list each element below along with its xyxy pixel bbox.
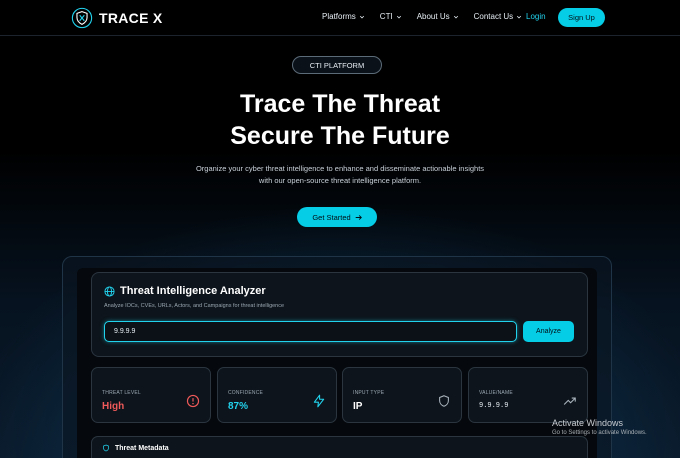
shield-icon: [103, 444, 109, 452]
threat-metadata-title: Threat Metadata: [115, 444, 169, 452]
nav-item-label: CTI: [379, 12, 393, 21]
nav-item-contact-us[interactable]: Contact Us: [474, 12, 523, 21]
activate-windows-watermark: Activate Windows Go to Settings to activ…: [552, 418, 647, 436]
analyzer-subtitle: Analyze IOCs, CVEs, URLs, Actors, and Ca…: [104, 303, 285, 309]
hero-title-line2: Secure The Future: [230, 122, 450, 150]
threat-metadata-header: Threat Metadata: [102, 444, 169, 452]
card-label: CONFIDENCE: [228, 390, 264, 396]
chevron-down-icon: [517, 15, 522, 18]
confidence-value: 87%: [228, 401, 249, 412]
value-name-value: 9.9.9.9: [479, 402, 509, 410]
nav-links: Platforms CTI About Us Contact Us: [322, 12, 522, 21]
shield-logo-icon: [71, 7, 93, 29]
analyzer-title: Threat Intelligence Analyzer: [120, 285, 266, 297]
nav-item-label: About Us: [416, 12, 450, 21]
analyze-button[interactable]: Analyze: [523, 321, 574, 342]
signup-button[interactable]: Sign Up: [558, 8, 605, 27]
threat-level-value: High: [102, 401, 125, 412]
get-started-label: Get Started: [312, 212, 351, 222]
login-link[interactable]: Login: [526, 12, 546, 21]
nav-item-label: Platforms: [322, 12, 356, 21]
watermark-line1: Activate Windows: [552, 418, 624, 428]
card-label: THREAT LEVEL: [102, 390, 141, 396]
alert-circle-icon: [186, 394, 200, 408]
top-navbar: TRACE X Platforms CTI About Us Contact U…: [0, 0, 680, 36]
value-name-card: VALUE/NAME 9.9.9.9: [468, 367, 588, 423]
input-type-card: INPUT TYPE IP: [342, 367, 462, 423]
brand-name: TRACE X: [99, 10, 163, 26]
nav-item-label: Contact Us: [473, 12, 514, 21]
analyzer-header: Threat Intelligence Analyzer: [104, 285, 266, 297]
input-type-value: IP: [353, 401, 363, 412]
card-label: VALUE/NAME: [479, 390, 513, 396]
nav-item-platforms[interactable]: Platforms: [322, 12, 365, 21]
nav-item-about-us[interactable]: About Us: [417, 12, 459, 21]
lightning-icon: [313, 394, 325, 408]
nav-item-cti[interactable]: CTI: [380, 12, 402, 21]
globe-icon: [104, 285, 115, 297]
confidence-card: CONFIDENCE 87%: [217, 367, 337, 423]
hero-title-line1: Trace The Threat: [239, 90, 441, 118]
cti-platform-badge: CTI PLATFORM: [292, 56, 382, 74]
threat-level-card: THREAT LEVEL High: [91, 367, 211, 423]
shield-icon: [439, 395, 449, 407]
arrow-right-icon: [355, 214, 362, 220]
chevron-down-icon: [453, 15, 458, 18]
chevron-down-icon: [396, 15, 401, 18]
card-label: INPUT TYPE: [353, 390, 385, 396]
trending-up-icon: [563, 397, 576, 405]
chevron-down-icon: [359, 15, 364, 18]
watermark-line2: Go to Settings to activate Windows.: [552, 430, 647, 436]
get-started-button[interactable]: Get Started: [297, 207, 377, 227]
search-input[interactable]: [104, 321, 517, 342]
hero-subtitle: Organize your cyber threat intelligence …: [195, 164, 485, 185]
brand[interactable]: TRACE X: [71, 7, 163, 29]
